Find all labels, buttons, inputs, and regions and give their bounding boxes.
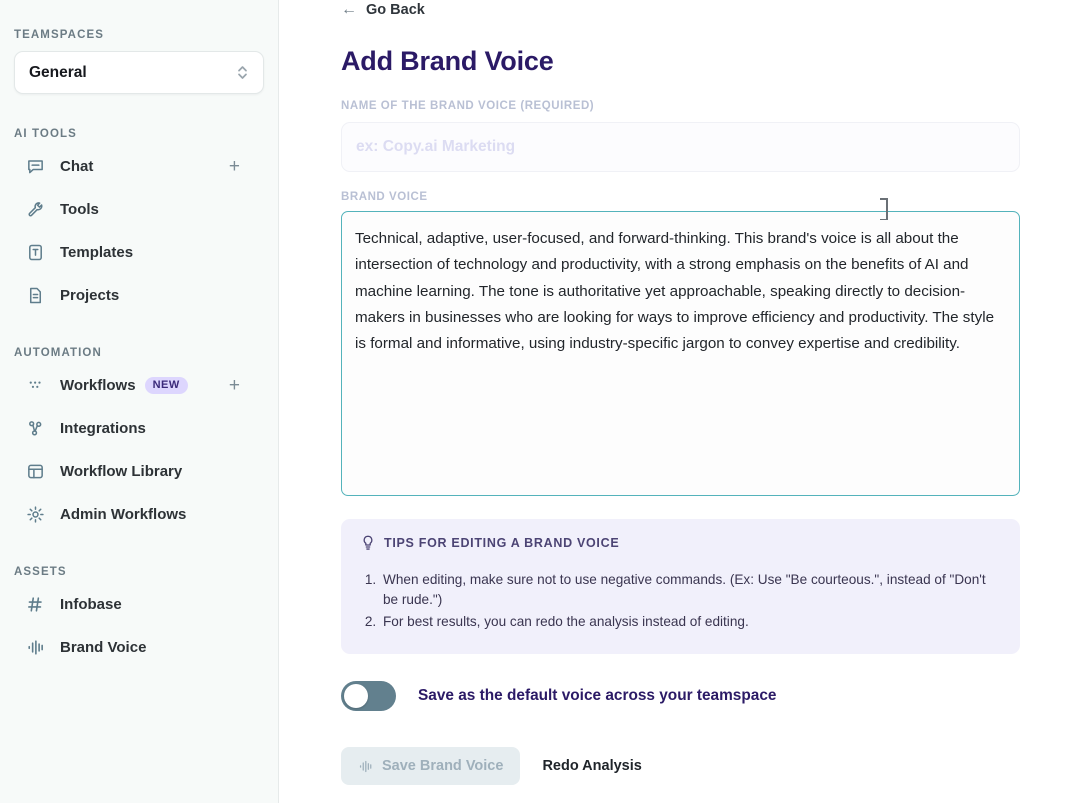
sidebar-item-tools[interactable]: Tools: [14, 191, 264, 227]
go-back-link[interactable]: ← Go Back: [341, 1, 425, 19]
sidebar-item-label: Chat: [60, 157, 94, 175]
sidebar-item-admin-workflows[interactable]: Admin Workflows: [14, 496, 264, 532]
sidebar-item-label: Admin Workflows: [60, 505, 187, 523]
brand-voice-field-label: BRAND VOICE: [341, 191, 428, 203]
hash-icon: [25, 594, 45, 614]
nav-list-ai-tools: Chat + Tools Templates Projects: [14, 148, 264, 313]
sidebar-item-label: Infobase: [60, 595, 122, 613]
chevron-updown-icon: [236, 64, 249, 81]
sidebar-item-brand-voice[interactable]: Brand Voice: [14, 629, 264, 665]
sidebar-item-chat[interactable]: Chat +: [14, 148, 264, 184]
nodes-icon: [25, 418, 45, 438]
template-icon: [25, 242, 45, 262]
sidebar-item-label: Workflows: [60, 376, 136, 394]
add-chat-button[interactable]: +: [229, 157, 240, 176]
group-label-ai-tools: AI TOOLS: [14, 128, 77, 140]
tips-list-item: When editing, make sure not to use negat…: [380, 570, 1000, 610]
sidebar-item-projects[interactable]: Projects: [14, 277, 264, 313]
go-back-label: Go Back: [366, 2, 425, 18]
sidebar-item-templates[interactable]: Templates: [14, 234, 264, 270]
tips-panel: TIPS FOR EDITING A BRAND VOICE When edit…: [341, 519, 1020, 654]
chat-bubble-icon: [25, 156, 45, 176]
sidebar-item-label: Brand Voice: [60, 638, 147, 656]
sidebar-item-infobase[interactable]: Infobase: [14, 586, 264, 622]
document-icon: [25, 285, 45, 305]
arrow-left-icon: ←: [341, 1, 357, 18]
teamspace-selector[interactable]: General: [14, 51, 264, 94]
waveform-icon: [358, 759, 373, 774]
sidebar-item-workflows[interactable]: Workflows NEW +: [14, 367, 264, 403]
brand-voice-textarea-wrapper: [341, 198, 1020, 501]
tips-heading-text: TIPS FOR EDITING A BRAND VOICE: [384, 536, 620, 550]
status-badge-new: NEW: [144, 376, 188, 394]
lightbulb-icon: [361, 535, 375, 551]
action-button-row: Save Brand Voice Redo Analysis: [341, 747, 1025, 785]
page-title: Add Brand Voice: [341, 46, 554, 76]
wrench-icon: [25, 199, 45, 219]
group-label-automation: AUTOMATION: [14, 347, 102, 359]
brand-voice-textarea[interactable]: [341, 211, 1020, 496]
default-voice-toggle-label: Save as the default voice across your te…: [418, 687, 777, 704]
sidebar-item-workflow-library[interactable]: Workflow Library: [14, 453, 264, 489]
tips-list: When editing, make sure not to use negat…: [380, 570, 1000, 632]
redo-analysis-button[interactable]: Redo Analysis: [542, 758, 641, 774]
toggle-knob: [344, 684, 368, 708]
gear-icon: [25, 504, 45, 524]
main-content: ← Go Back Add Brand Voice NAME OF THE BR…: [279, 0, 1065, 803]
tips-list-item: For best results, you can redo the analy…: [380, 612, 1000, 632]
dots-grid-icon: [25, 375, 45, 395]
sidebar-item-label: Workflow Library: [60, 462, 183, 480]
nav-list-automation: Workflows NEW + Integrations Workflow Li…: [14, 367, 264, 532]
teamspace-selected-value: General: [29, 63, 87, 81]
save-button-label: Save Brand Voice: [382, 758, 504, 774]
app-root: TEAMSPACES General AI TOOLS Chat + Tools…: [0, 0, 1065, 803]
add-workflow-button[interactable]: +: [229, 376, 240, 395]
group-label-assets: ASSETS: [14, 566, 67, 578]
default-voice-toggle[interactable]: [341, 681, 396, 711]
name-field-label: NAME OF THE BRAND VOICE (REQUIRED): [341, 100, 595, 112]
sidebar: TEAMSPACES General AI TOOLS Chat + Tools…: [0, 0, 279, 803]
sidebar-item-label: Tools: [60, 200, 99, 218]
tips-heading-row: TIPS FOR EDITING A BRAND VOICE: [361, 535, 1000, 551]
waveform-icon: [25, 637, 45, 657]
layout-icon: [25, 461, 45, 481]
default-voice-toggle-row: Save as the default voice across your te…: [341, 681, 1025, 711]
save-brand-voice-button[interactable]: Save Brand Voice: [341, 747, 521, 785]
teamspaces-label: TEAMSPACES: [14, 29, 105, 41]
nav-list-assets: Infobase Brand Voice: [14, 586, 264, 665]
sidebar-item-label: Templates: [60, 243, 134, 261]
brand-voice-name-input[interactable]: [341, 122, 1020, 172]
sidebar-item-integrations[interactable]: Integrations: [14, 410, 264, 446]
sidebar-item-label: Projects: [60, 286, 120, 304]
sidebar-item-label: Integrations: [60, 419, 146, 437]
